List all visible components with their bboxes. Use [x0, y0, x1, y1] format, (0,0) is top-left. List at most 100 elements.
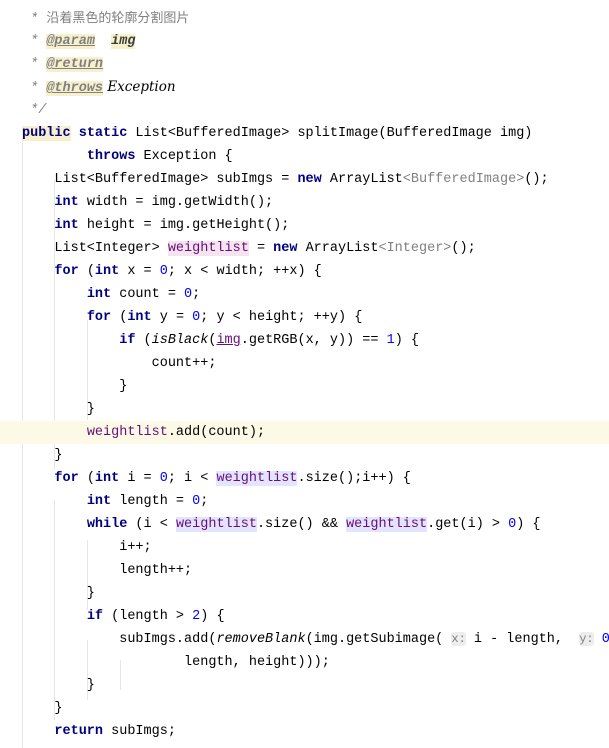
code-token: } [22, 678, 95, 693]
code-token: subImgs; [103, 724, 176, 739]
code-token: ( [78, 471, 95, 486]
code-editor[interactable]: /** * 沿着黑色的轮廓分割图片 * @param img * @return… [0, 0, 609, 748]
code-line[interactable]: int length = 0; [0, 490, 609, 513]
code-line[interactable]: * @throws Exception [0, 76, 609, 99]
code-token: ; x < width; ++x) { [167, 264, 322, 279]
code-line[interactable]: } [0, 582, 609, 605]
code-token: } [22, 402, 95, 417]
type-argument: <Integer> [378, 241, 452, 256]
code-token: i = [119, 471, 160, 486]
code-token: (length > [103, 609, 193, 624]
comment: /** [22, 0, 54, 3]
code-line[interactable]: for (int y = 0; y < height; ++y) { [0, 306, 609, 329]
code-line[interactable]: for (int x = 0; x < width; ++x) { [0, 260, 609, 283]
code-token: length = [111, 494, 193, 509]
comment: * [22, 12, 47, 27]
keyword: return [54, 724, 104, 739]
code-line[interactable]: } [0, 697, 609, 720]
code-line[interactable]: } [0, 674, 609, 697]
keyword: int [127, 310, 152, 325]
code-line[interactable]: if (isBlack(img.getRGB(x, y)) == 1) { [0, 329, 609, 352]
code-token: count = [111, 287, 185, 302]
code-line[interactable]: * 沿着黑色的轮廓分割图片 [0, 7, 609, 30]
code-token: ) { [200, 609, 225, 624]
field-usage-highlight: weightlist [175, 517, 257, 532]
code-line[interactable]: /** [0, 0, 609, 7]
field-usage-highlight: weightlist [216, 471, 298, 486]
code-line[interactable]: return subImgs; [0, 720, 609, 743]
javadoc-tag: @throws [46, 81, 104, 96]
code-token: x = [119, 264, 160, 279]
code-line[interactable]: } [0, 398, 609, 421]
code-line[interactable]: } [0, 375, 609, 398]
code-token: ( [135, 333, 152, 348]
javadoc-tag: @param [46, 34, 95, 49]
keyword: static [78, 126, 128, 141]
code-line[interactable]: int width = img.getWidth(); [0, 191, 609, 214]
code-line[interactable]: while (i < weightlist.size() && weightli… [0, 513, 609, 536]
code-line[interactable]: List<BufferedImage> subImgs = new ArrayL… [0, 168, 609, 191]
code-line[interactable]: * @return [0, 53, 609, 76]
code-token: } [22, 379, 128, 394]
keyword: new [297, 172, 322, 187]
code-line[interactable]: if (length > 2) { [0, 605, 609, 628]
parameter-reference: img [216, 333, 241, 348]
javadoc-tag: @return [46, 57, 104, 72]
field-declaration: weightlist [167, 241, 249, 256]
code-line[interactable]: } [0, 444, 609, 467]
number-literal: 1 [386, 333, 395, 348]
code-line[interactable]: count++; [0, 352, 609, 375]
field-reference: weightlist [86, 425, 168, 440]
number-literal: 0 [159, 471, 168, 486]
code-line[interactable]: public static List<BufferedImage> splitI… [0, 122, 609, 145]
keyword: new [273, 241, 298, 256]
code-line[interactable]: length, height))); [0, 651, 609, 674]
code-line[interactable]: */ [0, 99, 609, 122]
code-line[interactable]: throws Exception { [0, 145, 609, 168]
keyword: for [86, 310, 112, 325]
code-line[interactable]: int height = img.getHeight(); [0, 214, 609, 237]
code-line[interactable]: * @param img [0, 30, 609, 53]
code-token: ; [192, 287, 201, 302]
code-token: ( [78, 264, 95, 279]
code-token: ) { [394, 333, 420, 348]
code-line[interactable]: length++; [0, 559, 609, 582]
code-token: ; y < height; ++y) { [200, 310, 363, 325]
code-token: width = img.getWidth(); [78, 195, 274, 210]
code-line[interactable]: subImgs.add(removeBlank(img.getSubimage(… [0, 628, 609, 651]
comment: * [22, 57, 47, 72]
code-token: ArrayList [321, 172, 403, 187]
number-literal: 0 [159, 264, 168, 279]
code-token: length++; [22, 563, 193, 578]
code-line[interactable]: List<Integer> weightlist = new ArrayList… [0, 237, 609, 260]
number-literal: 0 [601, 632, 609, 647]
code-line[interactable]: for (int i = 0; i < weightlist.size();i+… [0, 467, 609, 490]
javadoc-param: img [111, 34, 136, 49]
keyword: if [86, 609, 104, 624]
code-token: (); [451, 241, 476, 256]
code-token: } [22, 701, 63, 716]
keyword: int [94, 471, 120, 486]
code-token: = [248, 241, 274, 256]
code-line[interactable]: int count = 0; [0, 283, 609, 306]
code-token: height = img.getHeight(); [78, 218, 290, 233]
code-token: .get(i) > [427, 517, 509, 532]
code-token: ) { [516, 517, 541, 532]
code-line-current[interactable]: weightlist.add(count); [0, 421, 609, 444]
code-token: Exception { [135, 149, 233, 164]
code-token: subImgs.add( [22, 632, 217, 647]
number-literal: 0 [508, 517, 517, 532]
keyword: int [94, 264, 120, 279]
comment: * [22, 34, 47, 49]
code-token: ; [200, 494, 209, 509]
code-line[interactable]: i++; [0, 536, 609, 559]
comment: */ [22, 103, 47, 118]
